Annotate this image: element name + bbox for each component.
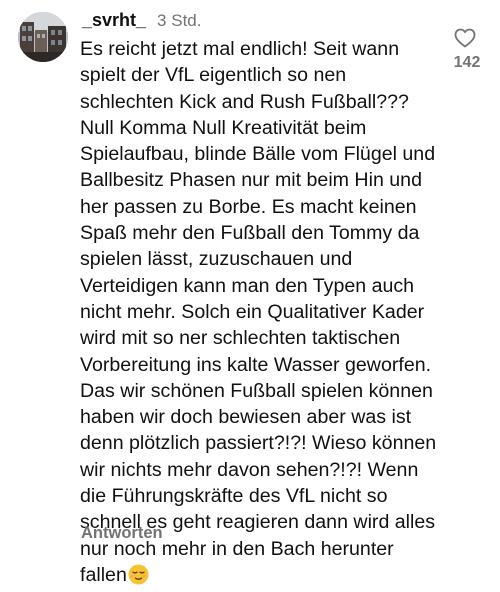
comment-text-line: Verteidigen kann man den Typen auch xyxy=(80,274,415,297)
comment-text: Es reicht jetzt mal endlich! Seit wann s… xyxy=(80,36,448,588)
comment-text-line: spielt der VfL eigentlich so nen xyxy=(80,64,347,87)
comment-text-line: Es reicht jetzt mal endlich! Seit wann xyxy=(80,38,400,60)
comment-text-line: spielen lässt, zuzuschauen und xyxy=(80,248,353,271)
comment-text-last-line: fallen xyxy=(80,563,127,586)
comment-text-line: schlechten Kick and Rush Fußball??? xyxy=(80,90,409,113)
comment-text-line: Spielaufbau, blinde Bälle vom Flügel und xyxy=(80,143,436,166)
comment-text-line: denn plötzlich passiert?!?! Wieso können xyxy=(80,432,437,455)
comment-text-line: Vorbereitung ins kalte Wasser geworfen. xyxy=(80,353,432,376)
avatar[interactable] xyxy=(18,12,68,62)
comment-text-line: her passen zu Borbe. Es macht keinen xyxy=(80,195,417,218)
heart-outline-icon[interactable] xyxy=(454,28,476,48)
comment-text-line: wird mit so ner schlechten taktischen xyxy=(80,327,401,350)
comment-text-line: haben wir doch bewiesen aber was ist xyxy=(80,406,412,429)
comment-text-line: Ballbesitz Phasen nur mit beim Hin und xyxy=(80,169,422,192)
comment-text-line: die Führungskräfte des VfL nicht so xyxy=(80,485,388,508)
timestamp: 3 Std. xyxy=(157,11,202,30)
comment: _svrht_ 3 Std. Es reicht jetzt mal endli… xyxy=(0,0,500,586)
reply-button[interactable]: Antworten xyxy=(81,524,163,543)
comment-header: _svrht_ 3 Std. xyxy=(82,10,201,36)
like-count: 142 xyxy=(453,54,481,71)
username[interactable]: _svrht_ xyxy=(82,10,146,31)
relieved-face-emoji-icon xyxy=(128,564,149,585)
comment-text-line: Spaß mehr den Fußball den Tommy da xyxy=(80,222,420,245)
comment-text-line: wir nichts mehr davon sehen?!?! Wenn xyxy=(80,458,419,481)
comment-text-line: nicht mehr. Solch ein Qualitativer Kader xyxy=(80,300,425,323)
comment-text-line: Das wir schönen Fußball spielen können xyxy=(80,379,433,402)
comment-text-line: Null Komma Null Kreativität beim xyxy=(80,116,367,139)
like-button[interactable]: 142 xyxy=(444,26,490,78)
